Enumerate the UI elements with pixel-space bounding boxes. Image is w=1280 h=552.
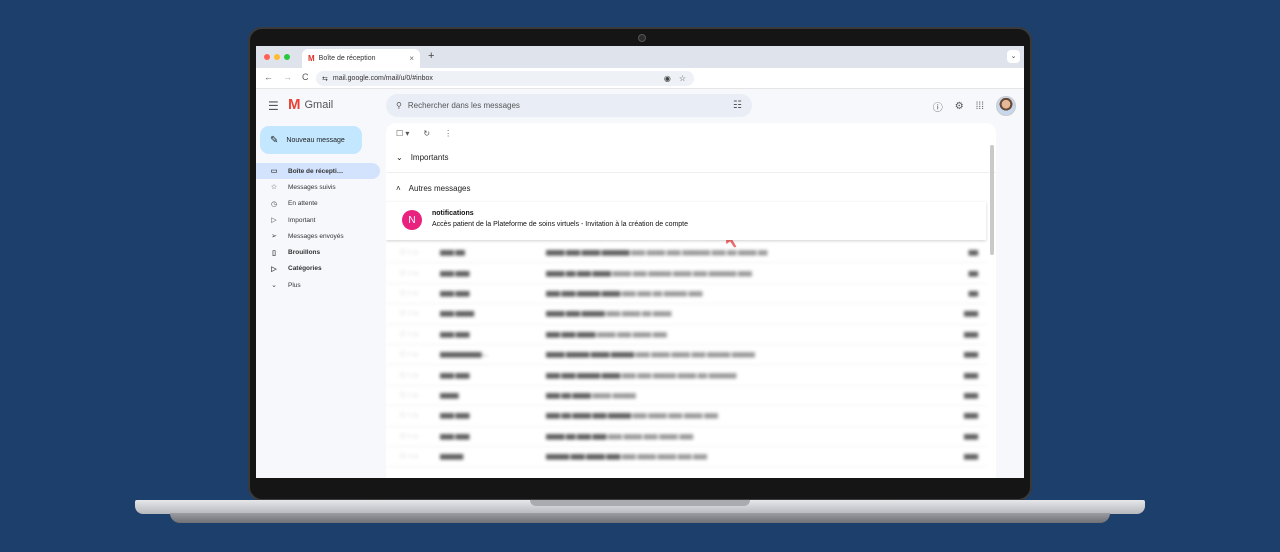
apps-grid-icon[interactable]: ⁞⁞⁞ (976, 101, 984, 112)
gmail-favicon-icon: M (308, 54, 315, 63)
gmail-app: ☰ M Gmail ⚲ Rechercher dans les messages… (256, 89, 1024, 478)
forward-icon[interactable]: → (283, 72, 292, 82)
laptop-notch (530, 500, 750, 506)
webcam (638, 34, 646, 42)
browser-address-bar: ← → C ⇆ mail.google.com/mail/u/0/#inbox … (256, 68, 1024, 89)
sidebar-item-label: Catégories (288, 265, 322, 273)
sidebar-item-important[interactable]: ▷ Important (256, 212, 380, 228)
help-icon[interactable]: ⓘ (933, 99, 943, 114)
send-icon: ➢ (271, 233, 277, 241)
site-settings-icon[interactable]: ⇆ (322, 75, 328, 83)
sidebar-item-inbox[interactable]: ▭ Boîte de récepti… (256, 163, 380, 180)
section-title: Importants (410, 153, 449, 162)
more-options-icon[interactable]: ⋮ (444, 129, 452, 138)
url-text: mail.google.com/mail/u/0/#inbox (332, 75, 433, 82)
sidebar-item-label: Messages suivis (288, 183, 336, 191)
refresh-icon[interactable]: ↻ (423, 129, 430, 138)
back-icon[interactable]: ← (264, 72, 273, 82)
tab-close-icon[interactable]: × (409, 54, 414, 63)
table-row[interactable]: ☐ ☆ ▷ ▆▆▆▆▆ ▆▆▆▆▆ ▆▆▆ ▆▆▆▆ ▆▆▆ ▆▆▆ ▆▆▆▆ ▆▆… (386, 447, 986, 468)
compose-label: Nouveau message (286, 136, 345, 144)
table-row[interactable]: ☐ ☆ ▷ ▆▆▆▆▆▆▆▆▆… ▆▆▆▆ ▆▆▆▆▆ ▆▆▆▆ ▆▆▆▆▆ ▆▆▆… (386, 345, 986, 366)
clock-icon: ◷ (270, 200, 278, 208)
highlighted-email-row[interactable]: N notifications Accès patient de la Plat… (386, 202, 986, 240)
star-icon: ☆ (270, 184, 278, 192)
table-row[interactable]: ☐ ☆ ▷ ▆▆▆▆ ▆▆▆ ▆▆ ▆▆▆▆ ▆▆▆▆ ▆▆▆▆▆ ▆▆▆ (386, 386, 986, 407)
table-row[interactable]: ☐ ☆ ▷ ▆▆▆ ▆▆▆ ▆▆▆ ▆▆▆ ▆▆▆▆ ▆▆▆▆ ▆▆▆ ▆▆▆▆ ▆… (386, 325, 986, 345)
email-sender: notifications (432, 210, 474, 217)
tab-search-menu-button[interactable]: ⌄ (1007, 50, 1020, 63)
chevron-down-icon: ⌄ (271, 282, 277, 290)
table-row[interactable]: ☐ ☆ ▷ ▆▆▆ ▆▆ ▆▆▆▆ ▆▆▆ ▆▆▆▆ ▆▆▆▆▆▆ ▆▆▆ ▆▆▆▆… (386, 243, 986, 264)
gmail-m-logo-icon: M (288, 96, 301, 113)
table-row[interactable]: ☐ ☆ ▷ ▆▆▆ ▆▆▆ ▆▆▆▆ ▆▆ ▆▆▆ ▆▆▆ ▆▆▆ ▆▆▆▆ ▆▆▆… (386, 427, 986, 447)
side-panel (998, 123, 1024, 478)
sidebar-item-more[interactable]: ⌄ Plus (256, 277, 380, 293)
table-row[interactable]: ☐ ☆ ▷ ▆▆▆ ▆▆▆▆ ▆▆▆▆ ▆▆▆ ▆▆▆▆▆ ▆▆▆ ▆▆▆▆ ▆▆ … (386, 304, 986, 325)
reload-icon[interactable]: C (302, 72, 309, 82)
search-options-icon[interactable]: ☷ (733, 100, 742, 111)
sidebar-item-label: Messages envoyés (288, 232, 344, 240)
sender-avatar: N (402, 210, 422, 230)
browser-tab-bar: M Boîte de réception × + ⌄ (256, 46, 1024, 68)
table-row[interactable]: ☐ ☆ ▷ ▆▆▆ ▆▆▆ ▆▆▆ ▆▆▆ ▆▆▆▆▆ ▆▆▆▆ ▆▆▆ ▆▆▆ ▆… (386, 365, 986, 386)
sidebar-nav: ▭ Boîte de récepti… ☆ Messages suivis ◷ … (256, 163, 380, 293)
label-icon: ▷ (271, 265, 277, 273)
sidebar-item-categories[interactable]: ▷ Catégories (256, 261, 380, 277)
section-important[interactable]: ⌄ Importants (386, 143, 996, 173)
laptop-lid: M Boîte de réception × + ⌄ ← → C ⇆ mail.… (248, 27, 1032, 501)
sidebar-item-snoozed[interactable]: ◷ En attente (256, 196, 380, 212)
inbox-icon: ▭ (270, 168, 278, 176)
sidebar-item-label: En attente (288, 200, 318, 208)
sidebar-item-starred[interactable]: ☆ Messages suivis (256, 179, 380, 195)
new-tab-button[interactable]: + (428, 50, 434, 62)
sidebar-item-label: Plus (288, 281, 301, 289)
pencil-icon: ✎ (270, 134, 279, 146)
laptop-base-bottom (170, 513, 1110, 523)
browser-tab-inbox[interactable]: M Boîte de réception × (302, 49, 420, 68)
important-marker-icon: ▷ (271, 217, 277, 225)
sidebar: ✎ Nouveau message ▭ Boîte de récepti… ☆ … (256, 123, 384, 478)
section-title: Autres messages (408, 183, 471, 193)
sidebar-item-label: Boîte de récepti… (288, 167, 344, 175)
sidebar-item-label: Important (288, 216, 316, 224)
close-window-button[interactable] (264, 54, 270, 60)
sidebar-item-label: Brouillons (288, 249, 321, 257)
blurred-email-list: ☐ ☆ ▷ ▆▆▆ ▆▆ ▆▆▆▆ ▆▆▆ ▆▆▆▆ ▆▆▆▆▆▆ ▆▆▆ ▆▆▆▆… (386, 243, 986, 468)
window-controls (264, 54, 290, 60)
gmail-header: ☰ M Gmail ⚲ Rechercher dans les messages… (256, 89, 1024, 123)
settings-gear-icon[interactable]: ⚙ (955, 101, 964, 112)
message-list-panel: ☐ ▾ ↻ ⋮ ⌄ Importants ˄ Autres messages N… (386, 123, 996, 478)
bookmark-star-icon[interactable]: ☆ (679, 74, 686, 83)
search-placeholder: Rechercher dans les messages (407, 101, 520, 110)
gmail-logo[interactable]: M Gmail (288, 96, 334, 113)
sidebar-item-sent[interactable]: ➢ Messages envoyés (256, 228, 380, 244)
table-row[interactable]: ☐ ☆ ▷ ▆▆▆ ▆▆▆ ▆▆▆ ▆▆ ▆▆▆▆ ▆▆▆ ▆▆▆▆▆ ▆▆▆ ▆▆… (386, 406, 986, 427)
message-list-scrollbar[interactable] (990, 145, 994, 255)
main-menu-icon[interactable]: ☰ (268, 99, 279, 113)
search-icon[interactable]: ⚲ (396, 101, 402, 110)
maximize-window-button[interactable] (284, 54, 290, 60)
compose-button[interactable]: ✎ Nouveau message (260, 126, 362, 154)
account-avatar[interactable] (996, 96, 1016, 116)
sidebar-item-drafts[interactable]: ▯ Brouillons (256, 244, 380, 260)
gmail-logo-text: Gmail (304, 99, 334, 111)
chevron-up-icon: ˄ (396, 183, 401, 193)
message-list-toolbar: ☐ ▾ ↻ ⋮ (386, 123, 996, 143)
chevron-down-icon: ⌄ (396, 153, 403, 162)
eye-icon[interactable]: ◉ (664, 74, 671, 83)
section-others[interactable]: ˄ Autres messages (386, 173, 996, 203)
minimize-window-button[interactable] (274, 54, 280, 60)
tab-title: Boîte de réception (318, 55, 376, 62)
url-input[interactable]: ⇆ mail.google.com/mail/u/0/#inbox ◉ ☆ (316, 71, 694, 86)
laptop-screen: M Boîte de réception × + ⌄ ← → C ⇆ mail.… (256, 46, 1024, 478)
draft-file-icon: ▯ (272, 249, 276, 257)
table-row[interactable]: ☐ ☆ ▷ ▆▆▆ ▆▆▆ ▆▆▆ ▆▆▆ ▆▆▆▆▆ ▆▆▆▆ ▆▆▆ ▆▆▆ ▆… (386, 284, 986, 305)
search-input[interactable]: ⚲ Rechercher dans les messages ☷ (386, 94, 752, 117)
select-all-checkbox[interactable]: ☐ ▾ (396, 129, 409, 138)
email-subject: Accès patient de la Plateforme de soins … (432, 221, 689, 228)
table-row[interactable]: ☐ ☆ ▷ ▆▆▆ ▆▆▆ ▆▆▆▆ ▆▆ ▆▆▆ ▆▆▆▆ ▆▆▆▆ ▆▆▆ ▆▆… (386, 263, 986, 284)
